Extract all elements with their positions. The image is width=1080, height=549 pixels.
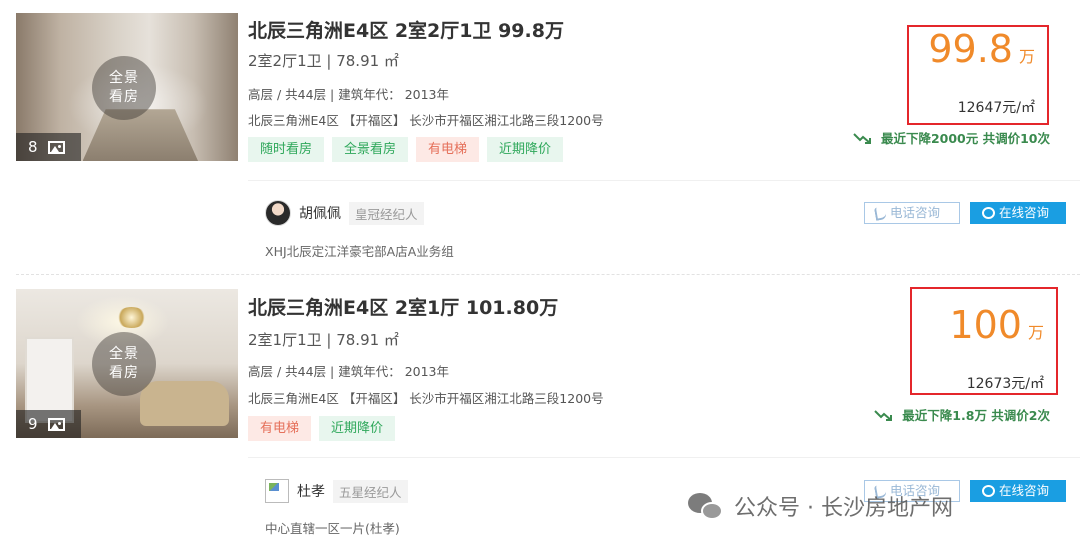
price-drop: 最近下降2000元 共调价10次 [853, 128, 1050, 147]
price-box: 100 万 12673元/㎡ [910, 287, 1058, 395]
online-consult-label: 在线咨询 [999, 483, 1050, 498]
listing-address: 北辰三角洲E4区 【开福区】 长沙市开福区湘江北路三段1200号 [248, 113, 604, 128]
price-value: 99.8 [928, 27, 1013, 71]
listing-separator [16, 274, 1080, 275]
image-icon [47, 140, 65, 154]
listing-layout: 2室1厅1卫 | 78.91 ㎡ [248, 331, 399, 349]
watermark: 公众号 · 长沙房地产网 [688, 490, 953, 522]
price-unit: 万 [1027, 323, 1044, 342]
photo-count[interactable]: 8 [16, 133, 81, 161]
phone-consult-button[interactable]: 电话咨询 [864, 202, 960, 224]
avatar[interactable] [265, 479, 289, 503]
tag: 随时看房 [248, 137, 325, 162]
tag: 有电梯 [248, 416, 312, 441]
unit-price: 12647元/㎡ [957, 100, 1035, 116]
divider [248, 180, 1080, 181]
agent-level-badge: 五星经纪人 [333, 479, 408, 503]
tag: 近期降价 [319, 416, 396, 441]
trend-down-icon [874, 409, 893, 421]
price-drop: 最近下降1.8万 共调价2次 [874, 405, 1050, 424]
chat-icon [982, 485, 995, 497]
unit-price: 12673元/㎡ [966, 376, 1044, 392]
listing-title[interactable]: 北辰三角洲E4区 2室1厅 101.80万 [248, 293, 558, 320]
price-value: 100 [949, 303, 1022, 347]
price-drop-text: 最近下降2000元 共调价10次 [880, 131, 1050, 146]
panorama-badge[interactable]: 全景看房 [92, 332, 156, 396]
online-consult-label: 在线咨询 [999, 205, 1050, 220]
panorama-badge[interactable]: 全景看房 [92, 56, 156, 120]
total-price: 99.8 万 [928, 27, 1035, 71]
agent-shop: 中心直辖一区一片(杜孝) [265, 521, 400, 536]
phone-icon [873, 205, 888, 221]
agent-level-badge: 皇冠经纪人 [349, 201, 424, 225]
panorama-label: 全景看房 [109, 70, 139, 105]
trend-down-icon [853, 132, 871, 144]
total-price: 100 万 [949, 303, 1044, 347]
image-icon [47, 417, 65, 431]
divider [248, 457, 1080, 458]
photo-count-value: 9 [28, 415, 38, 433]
listing-floor-info: 高层 / 共44层 | 建筑年代： 2013年 [248, 364, 450, 379]
tag-list: 随时看房 全景看房 有电梯 近期降价 [248, 137, 564, 162]
agent-shop: XHJ北辰定江洋豪宅部A店A业务组 [265, 244, 454, 259]
price-unit: 万 [1018, 47, 1035, 66]
listing-floor-info: 高层 / 共44层 | 建筑年代： 2013年 [248, 87, 450, 102]
wechat-icon [688, 491, 724, 521]
listing-layout: 2室2厅1卫 | 78.91 ㎡ [248, 52, 399, 70]
listing-photo[interactable]: 全景看房 9 [16, 289, 238, 438]
listing-title[interactable]: 北辰三角洲E4区 2室2厅1卫 99.8万 [248, 16, 564, 43]
tag-list: 有电梯 近期降价 [248, 416, 396, 441]
agent-name[interactable]: 杜孝 [297, 481, 325, 501]
chat-icon [982, 207, 995, 219]
agent-info[interactable]: 杜孝 五星经纪人 [265, 479, 408, 503]
tag: 有电梯 [416, 137, 480, 162]
tag: 近期降价 [487, 137, 564, 162]
watermark-text: 公众号 · 长沙房地产网 [734, 496, 953, 521]
tag: 全景看房 [332, 137, 409, 162]
agent-name[interactable]: 胡佩佩 [299, 203, 341, 223]
listing-photo[interactable]: 全景看房 8 [16, 13, 238, 161]
listing-card[interactable]: 全景看房 8 北辰三角洲E4区 2室2厅1卫 99.8万 2室2厅1卫 | 78… [0, 0, 1080, 275]
phone-consult-label: 电话咨询 [890, 205, 941, 220]
photo-count[interactable]: 9 [16, 410, 81, 438]
online-consult-button[interactable]: 在线咨询 [970, 202, 1066, 224]
panorama-label: 全景看房 [109, 346, 139, 381]
online-consult-button[interactable]: 在线咨询 [970, 480, 1066, 502]
room-chandelier [115, 306, 147, 328]
listing-address: 北辰三角洲E4区 【开福区】 长沙市开福区湘江北路三段1200号 [248, 391, 604, 406]
agent-info[interactable]: 胡佩佩 皇冠经纪人 [265, 200, 424, 226]
price-drop-text: 最近下降1.8万 共调价2次 [902, 408, 1050, 423]
room-sofa [140, 381, 230, 427]
price-box: 99.8 万 12647元/㎡ [907, 25, 1049, 125]
photo-count-value: 8 [28, 138, 38, 156]
avatar[interactable] [265, 200, 291, 226]
